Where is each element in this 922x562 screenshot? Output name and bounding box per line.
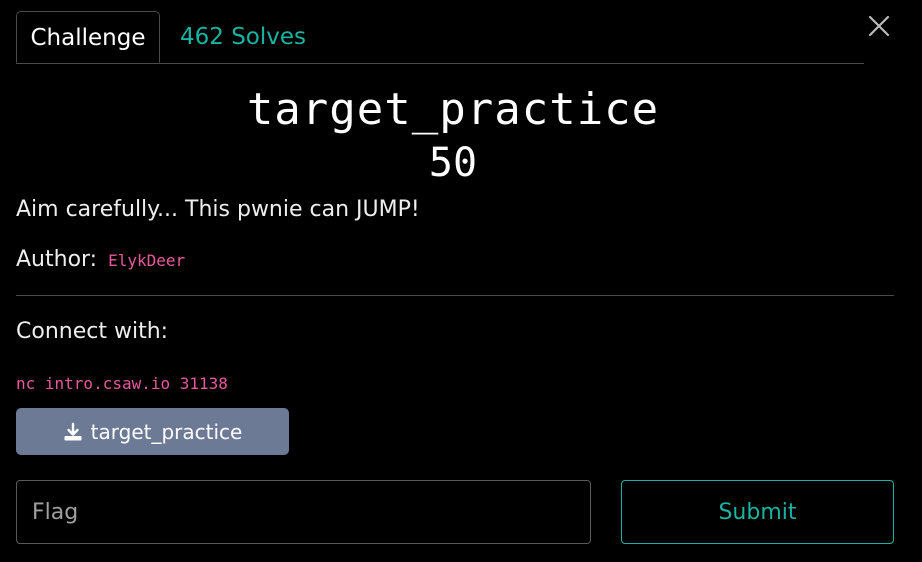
flag-input[interactable] — [16, 480, 591, 544]
close-icon[interactable] — [866, 13, 892, 39]
tab-solves[interactable]: 462 Solves — [180, 11, 306, 62]
tab-challenge[interactable]: Challenge — [16, 11, 160, 63]
connect-command: nc intro.csaw.io 31138 — [16, 374, 228, 393]
download-file-button[interactable]: target_practice — [16, 408, 289, 455]
challenge-tabs: Challenge 462 Solves — [16, 11, 864, 64]
submit-button[interactable]: Submit — [621, 480, 894, 544]
challenge-title: target_practice — [246, 84, 660, 135]
divider — [16, 295, 894, 296]
author-line: Author: ElykDeer — [16, 245, 185, 276]
author-label: Author: — [16, 247, 98, 272]
challenge-points: 50 — [428, 140, 478, 186]
author-name: ElykDeer — [108, 251, 186, 270]
download-icon — [63, 422, 83, 442]
connect-label: Connect with: — [16, 319, 169, 344]
download-file-label: target_practice — [90, 419, 243, 444]
challenge-description: Aim carefully... This pwnie can JUMP! — [16, 197, 420, 222]
